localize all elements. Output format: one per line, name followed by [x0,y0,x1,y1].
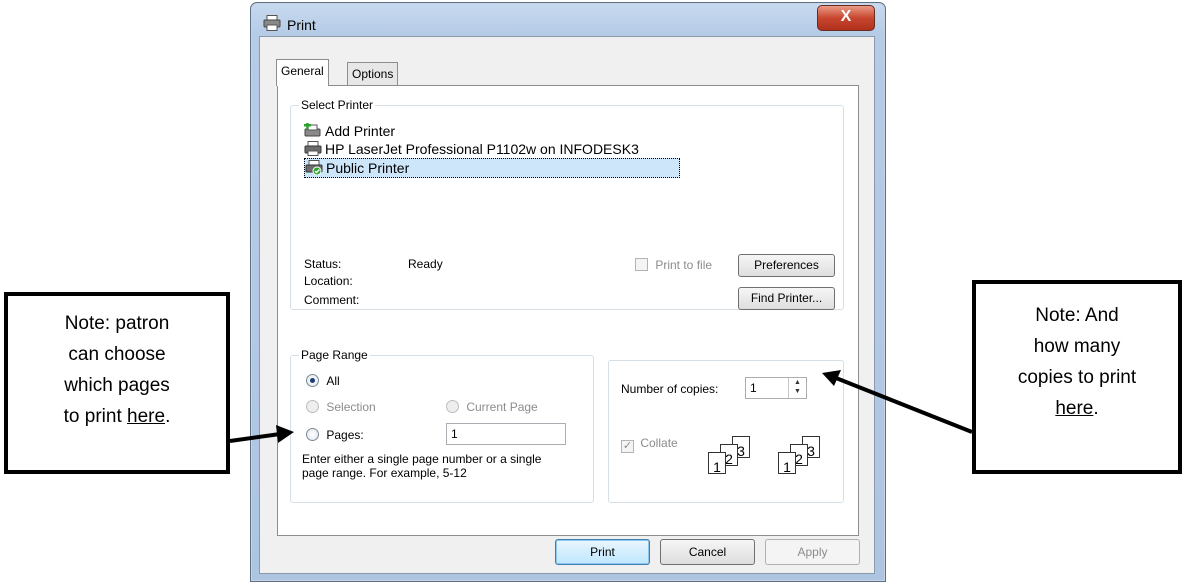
annotation-arrows [229,370,973,443]
arrow-right [822,370,973,434]
arrow-left [229,425,294,443]
tab-general[interactable]: General [276,59,329,86]
